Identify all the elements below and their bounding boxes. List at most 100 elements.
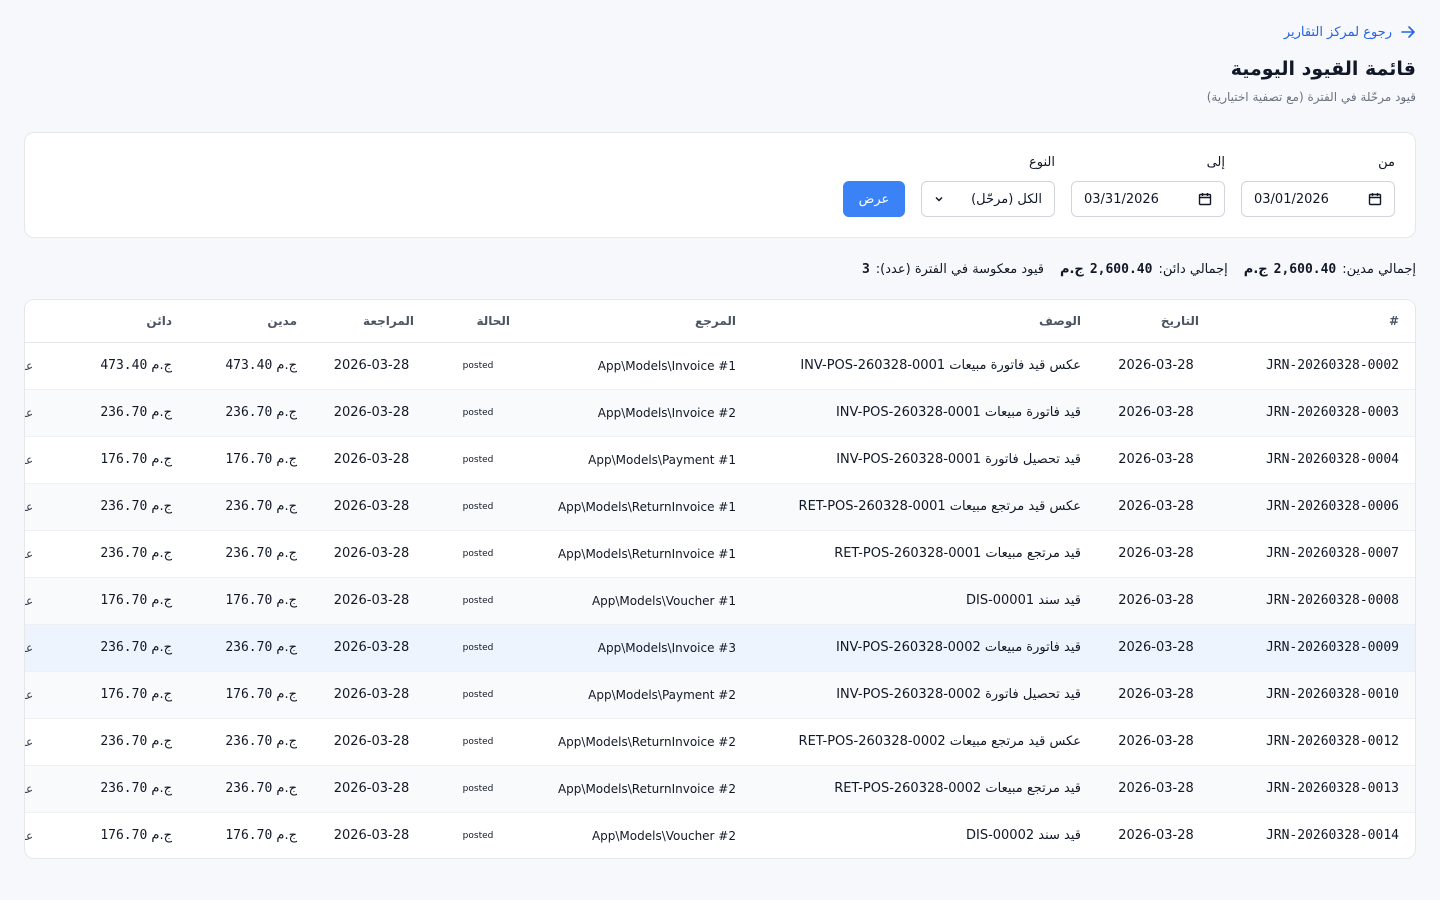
currency: ج.م — [151, 499, 172, 514]
table-row[interactable]: JRN-20260328-0009 2026-03-28 قيد فاتورة مب… — [25, 624, 1415, 672]
to-date-input[interactable]: 03/31/2026 — [1071, 181, 1225, 217]
view-link[interactable]: عرض — [25, 389, 63, 437]
cell-date: 2026-03-28 — [1097, 624, 1215, 672]
cell-status: posted — [430, 389, 526, 437]
journal-table-card: # التاريخ الوصف المرجع الحالة المراجعة م… — [24, 299, 1416, 859]
table-row[interactable]: JRN-20260328-0004 2026-03-28 قيد تحصيل فات… — [25, 436, 1415, 484]
from-date-value: 03/01/2026 — [1254, 191, 1329, 207]
view-link[interactable]: عرض — [25, 436, 63, 484]
currency: ج.م — [151, 734, 172, 749]
view-link[interactable]: عرض — [25, 765, 63, 813]
cell-status: posted — [430, 624, 526, 672]
view-link[interactable]: عرض — [25, 624, 63, 672]
cell-reference: App\Models\Voucher #1 — [526, 577, 752, 625]
cell-reviewed: 2026-03-28 — [313, 483, 430, 531]
cell-status: posted — [430, 483, 526, 531]
currency: ج.م — [276, 405, 297, 420]
cell-date: 2026-03-28 — [1097, 671, 1215, 719]
amount: 176.70 — [225, 593, 273, 608]
cell-reference: App\Models\Invoice #3 — [526, 624, 752, 672]
table-row[interactable]: JRN-20260328-0002 2026-03-28 عكس قيد فاتور… — [25, 342, 1415, 390]
cell-credit: 236.70 ج.م — [63, 389, 188, 437]
currency: ج.م — [151, 546, 172, 561]
total-debit-value: 2,600.40 — [1273, 262, 1337, 277]
total-debit-currency: ج.م — [1243, 262, 1268, 277]
amount: 236.70 — [225, 546, 273, 561]
view-link[interactable]: عرض — [25, 671, 63, 719]
journal-table: # التاريخ الوصف المرجع الحالة المراجعة م… — [25, 300, 1415, 858]
currency: ج.م — [151, 593, 172, 608]
cell-reference: App\Models\ReturnInvoice #2 — [526, 765, 752, 813]
amount: 236.70 — [100, 405, 148, 420]
cell-entry-id: JRN-20260328-0007 — [1215, 530, 1415, 578]
type-label: النوع — [1029, 155, 1055, 170]
cell-status: posted — [430, 530, 526, 578]
cell-date: 2026-03-28 — [1097, 577, 1215, 625]
back-link[interactable]: رجوع لمركز التقارير — [1284, 24, 1416, 40]
from-date-input[interactable]: 03/01/2026 — [1241, 181, 1395, 217]
cell-date: 2026-03-28 — [1097, 483, 1215, 531]
cell-reviewed: 2026-03-28 — [313, 577, 430, 625]
view-link[interactable]: عرض — [25, 483, 63, 531]
cell-entry-id: JRN-20260328-0010 — [1215, 671, 1415, 719]
amount: 176.70 — [100, 687, 148, 702]
view-link[interactable]: عرض — [25, 812, 63, 858]
cell-status: posted — [430, 577, 526, 625]
amount: 236.70 — [100, 734, 148, 749]
back-link-label: رجوع لمركز التقارير — [1283, 24, 1392, 40]
calendar-icon[interactable] — [1198, 192, 1212, 206]
table-row[interactable]: JRN-20260328-0013 2026-03-28 قيد مرتجع مبي… — [25, 765, 1415, 813]
view-link[interactable]: عرض — [25, 718, 63, 766]
amount: 176.70 — [100, 593, 148, 608]
currency: ج.م — [276, 734, 297, 749]
chevron-down-icon — [935, 196, 943, 202]
total-debit-label: إجمالي مدين: — [1342, 262, 1416, 277]
currency: ج.م — [151, 640, 172, 655]
amount: 236.70 — [225, 405, 273, 420]
cell-debit: 473.40 ج.م — [188, 342, 313, 390]
currency: ج.م — [151, 358, 172, 373]
amount: 176.70 — [225, 828, 273, 844]
col-header-reference: المرجع — [526, 300, 752, 343]
show-button[interactable]: عرض — [843, 181, 905, 217]
table-row[interactable]: JRN-20260328-0008 2026-03-28 قيد سند DIS-0… — [25, 577, 1415, 625]
table-row[interactable]: JRN-20260328-0007 2026-03-28 قيد مرتجع مبي… — [25, 530, 1415, 578]
amount: 176.70 — [225, 687, 273, 702]
cell-reviewed: 2026-03-28 — [313, 342, 430, 390]
from-field: من 03/01/2026 — [1241, 155, 1395, 217]
calendar-icon[interactable] — [1368, 192, 1382, 206]
cell-debit: 176.70 ج.م — [188, 671, 313, 719]
table-row[interactable]: JRN-20260328-0012 2026-03-28 عكس قيد مرتجع… — [25, 718, 1415, 766]
amount: 236.70 — [225, 734, 273, 749]
view-link[interactable]: عرض — [25, 342, 63, 390]
cell-entry-id: JRN-20260328-0012 — [1215, 718, 1415, 766]
cell-credit: 236.70 ج.م — [63, 624, 188, 672]
filter-card: من 03/01/2026 إلى 03/31/2026 النوع الكل … — [24, 132, 1416, 238]
view-link[interactable]: عرض — [25, 577, 63, 625]
cell-debit: 236.70 ج.م — [188, 718, 313, 766]
cell-entry-id: JRN-20260328-0003 — [1215, 389, 1415, 437]
cell-status: posted — [462, 830, 494, 841]
type-select[interactable]: الكل (مرحّل) — [921, 181, 1055, 217]
page-title: قائمة القيود اليومية — [1230, 58, 1416, 80]
cell-date: 2026-03-28 — [1097, 389, 1215, 437]
page: رجوع لمركز التقارير قائمة القيود اليومية… — [0, 0, 1440, 900]
cell-debit: 176.70 ج.م — [188, 812, 313, 858]
table-row[interactable]: JRN-20260328-0010 2026-03-28 قيد تحصيل فات… — [25, 671, 1415, 719]
table-row[interactable]: JRN-20260328-0003 2026-03-28 قيد فاتورة مب… — [25, 389, 1415, 437]
cell-debit: 236.70 ج.م — [188, 483, 313, 531]
amount: 176.70 — [225, 452, 273, 467]
currency: ج.م — [276, 499, 297, 514]
table-row[interactable]: JRN-20260328-0006 2026-03-28 عكس قيد مرتجع… — [25, 483, 1415, 531]
view-link[interactable]: عرض — [25, 530, 63, 578]
amount: 473.40 — [225, 358, 273, 373]
currency: ج.م — [276, 546, 297, 561]
currency: ج.م — [276, 640, 297, 655]
table-row[interactable]: JRN-20260328-0014 2026-03-28 قيد سند DIS-0… — [25, 812, 1415, 858]
arrow-right-icon — [1401, 26, 1415, 38]
reversed-count-label: قيود معكوسة في الفترة (عدد): — [875, 262, 1044, 277]
cell-entry-id: JRN-20260328-0013 — [1215, 765, 1415, 813]
amount: 236.70 — [100, 546, 148, 561]
amount: 176.70 — [100, 452, 148, 467]
cell-date: 2026-03-28 — [1097, 530, 1215, 578]
